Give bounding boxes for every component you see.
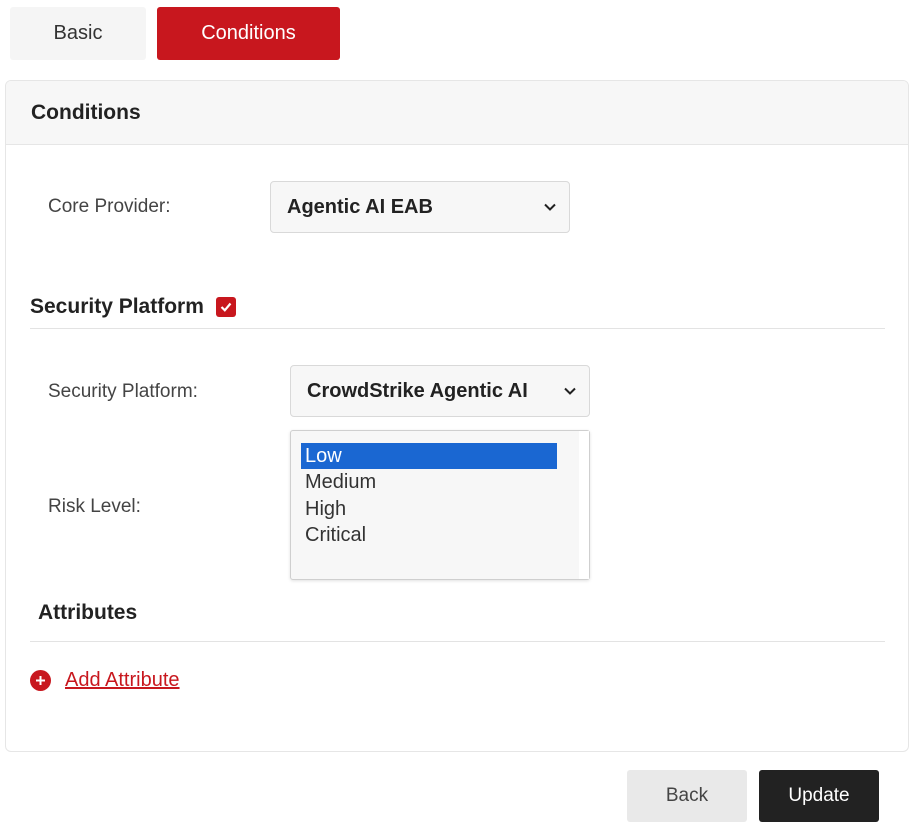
tab-basic[interactable]: Basic xyxy=(10,7,146,60)
risk-option-medium[interactable]: Medium xyxy=(301,469,557,495)
tab-conditions[interactable]: Conditions xyxy=(157,7,340,60)
core-provider-label: Core Provider: xyxy=(48,196,171,217)
conditions-panel: Conditions Core Provider: Agentic AI EAB… xyxy=(5,80,909,752)
risk-level-label: Risk Level: xyxy=(48,496,141,517)
divider xyxy=(30,641,885,642)
core-provider-value: Agentic AI EAB xyxy=(287,195,433,218)
security-platform-checkbox[interactable] xyxy=(215,297,236,317)
security-platform-value: CrowdStrike Agentic AI xyxy=(307,379,528,402)
divider xyxy=(30,328,885,329)
chevron-down-icon xyxy=(563,384,577,398)
risk-option-high[interactable]: High xyxy=(301,496,557,522)
listbox-scrollbar[interactable] xyxy=(579,431,589,579)
risk-option-low[interactable]: Low xyxy=(301,443,557,469)
security-platform-select[interactable]: CrowdStrike Agentic AI xyxy=(290,365,590,417)
panel-title: Conditions xyxy=(6,81,908,145)
chevron-down-icon xyxy=(543,200,557,214)
attributes-heading: Attributes xyxy=(38,601,138,624)
risk-option-critical[interactable]: Critical xyxy=(301,522,557,548)
checkmark-icon xyxy=(220,302,232,312)
add-attribute-link[interactable]: Add Attribute xyxy=(30,669,180,692)
update-button[interactable]: Update xyxy=(759,770,879,822)
add-attribute-label: Add Attribute xyxy=(65,669,180,691)
security-platform-section-title: Security Platform xyxy=(30,295,236,319)
core-provider-select[interactable]: Agentic AI EAB xyxy=(270,181,570,233)
add-circle-icon xyxy=(30,670,51,691)
back-button[interactable]: Back xyxy=(627,770,747,822)
security-platform-label: Security Platform: xyxy=(48,381,198,402)
tab-bar: Basic Conditions xyxy=(10,7,340,60)
security-platform-heading: Security Platform xyxy=(30,295,204,318)
risk-level-listbox[interactable]: Low Medium High Critical xyxy=(290,430,590,580)
